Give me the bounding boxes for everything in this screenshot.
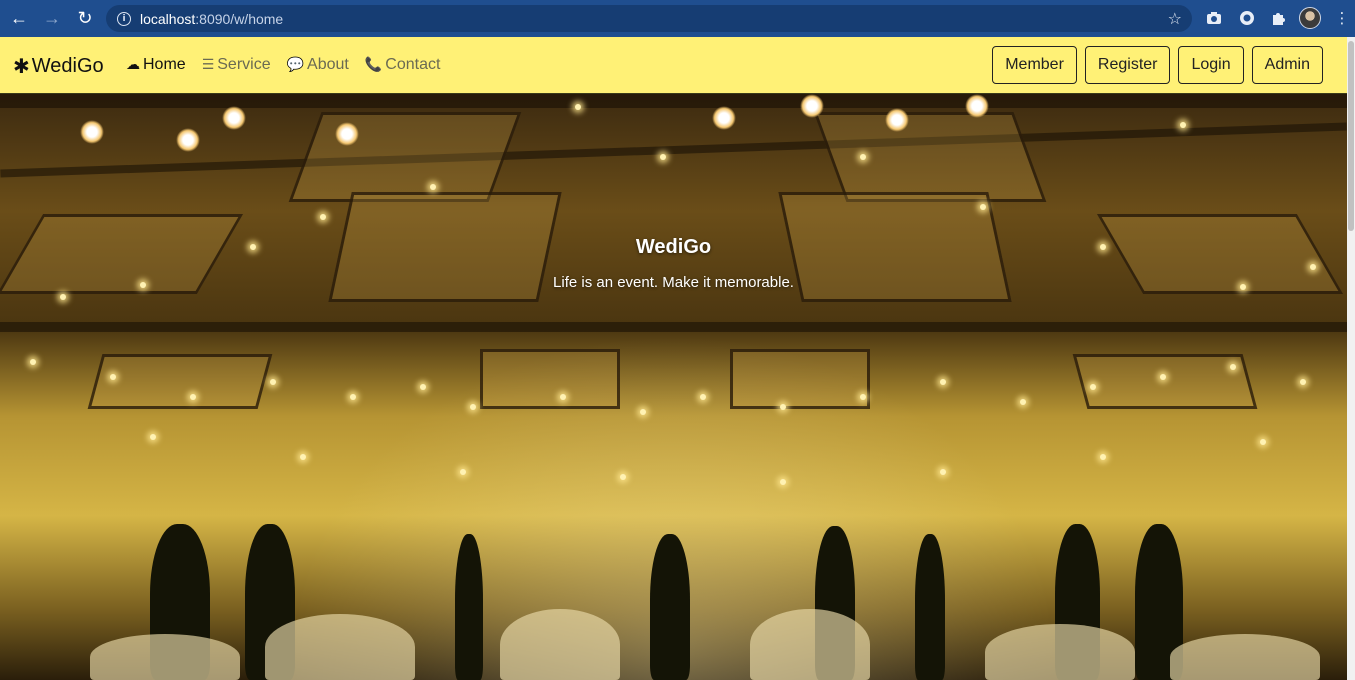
scrollbar-thumb[interactable] <box>1348 41 1354 231</box>
url-host: localhost <box>140 10 196 27</box>
admin-button[interactable]: Admin <box>1251 46 1323 84</box>
asterisk-icon: ✱ <box>13 54 30 78</box>
phone-icon: 📞 <box>364 57 383 73</box>
puzzle-extensions-icon[interactable] <box>1268 8 1288 28</box>
page-scrollbar[interactable] <box>1347 37 1355 680</box>
address-bar[interactable]: i localhost:8090/w/home ☆ <box>106 5 1192 32</box>
extension-record-icon[interactable] <box>1237 8 1257 28</box>
nav-home[interactable]: ☁ Home <box>126 56 186 74</box>
nav-contact[interactable]: 📞 Contact <box>365 56 441 74</box>
url-text[interactable]: localhost:8090/w/home <box>140 11 283 27</box>
cloud-icon: ☁ <box>126 57 140 73</box>
nav-service-label: Service <box>217 56 271 73</box>
nav-links: ☁ Home ☰ Service 💬 About 📞 Contact <box>126 56 440 74</box>
hero-subtitle: Life is an event. Make it memorable. <box>553 274 794 291</box>
login-button[interactable]: Login <box>1178 46 1244 84</box>
bookmark-star-icon[interactable]: ☆ <box>1168 9 1182 28</box>
nav-service[interactable]: ☰ Service <box>202 56 271 74</box>
profile-avatar[interactable] <box>1299 7 1321 29</box>
nav-home-label: Home <box>143 56 186 73</box>
member-button[interactable]: Member <box>992 46 1077 84</box>
nav-about-label: About <box>307 56 349 73</box>
list-icon: ☰ <box>201 57 215 73</box>
browser-menu-icon[interactable]: ⋮ <box>1332 8 1352 28</box>
reload-icon[interactable]: ↻ <box>71 5 99 33</box>
site-navbar: ✱ WediGo ☁ Home ☰ Service 💬 About 📞 Cont… <box>0 37 1347 94</box>
nav-contact-label: Contact <box>385 56 441 73</box>
site-info-icon[interactable]: i <box>117 11 131 26</box>
brand-name: WediGo <box>31 54 104 77</box>
register-button[interactable]: Register <box>1084 46 1171 84</box>
browser-toolbar: ← → ↻ i localhost:8090/w/home ☆ ⋮ <box>0 0 1355 37</box>
chat-bubble-icon: 💬 <box>286 57 305 73</box>
url-path: :8090/w/home <box>195 10 284 27</box>
nav-about[interactable]: 💬 About <box>287 56 349 74</box>
hero-title: WediGo <box>635 236 712 258</box>
forward-icon[interactable]: → <box>38 5 66 33</box>
back-icon[interactable]: ← <box>5 5 33 33</box>
auth-buttons: Member Register Login Admin <box>992 46 1323 84</box>
camera-icon[interactable] <box>1204 8 1224 28</box>
brand-logo[interactable]: ✱ WediGo <box>13 54 104 78</box>
hero-banner: WediGo Life is an event. Make it memorab… <box>0 94 1347 680</box>
